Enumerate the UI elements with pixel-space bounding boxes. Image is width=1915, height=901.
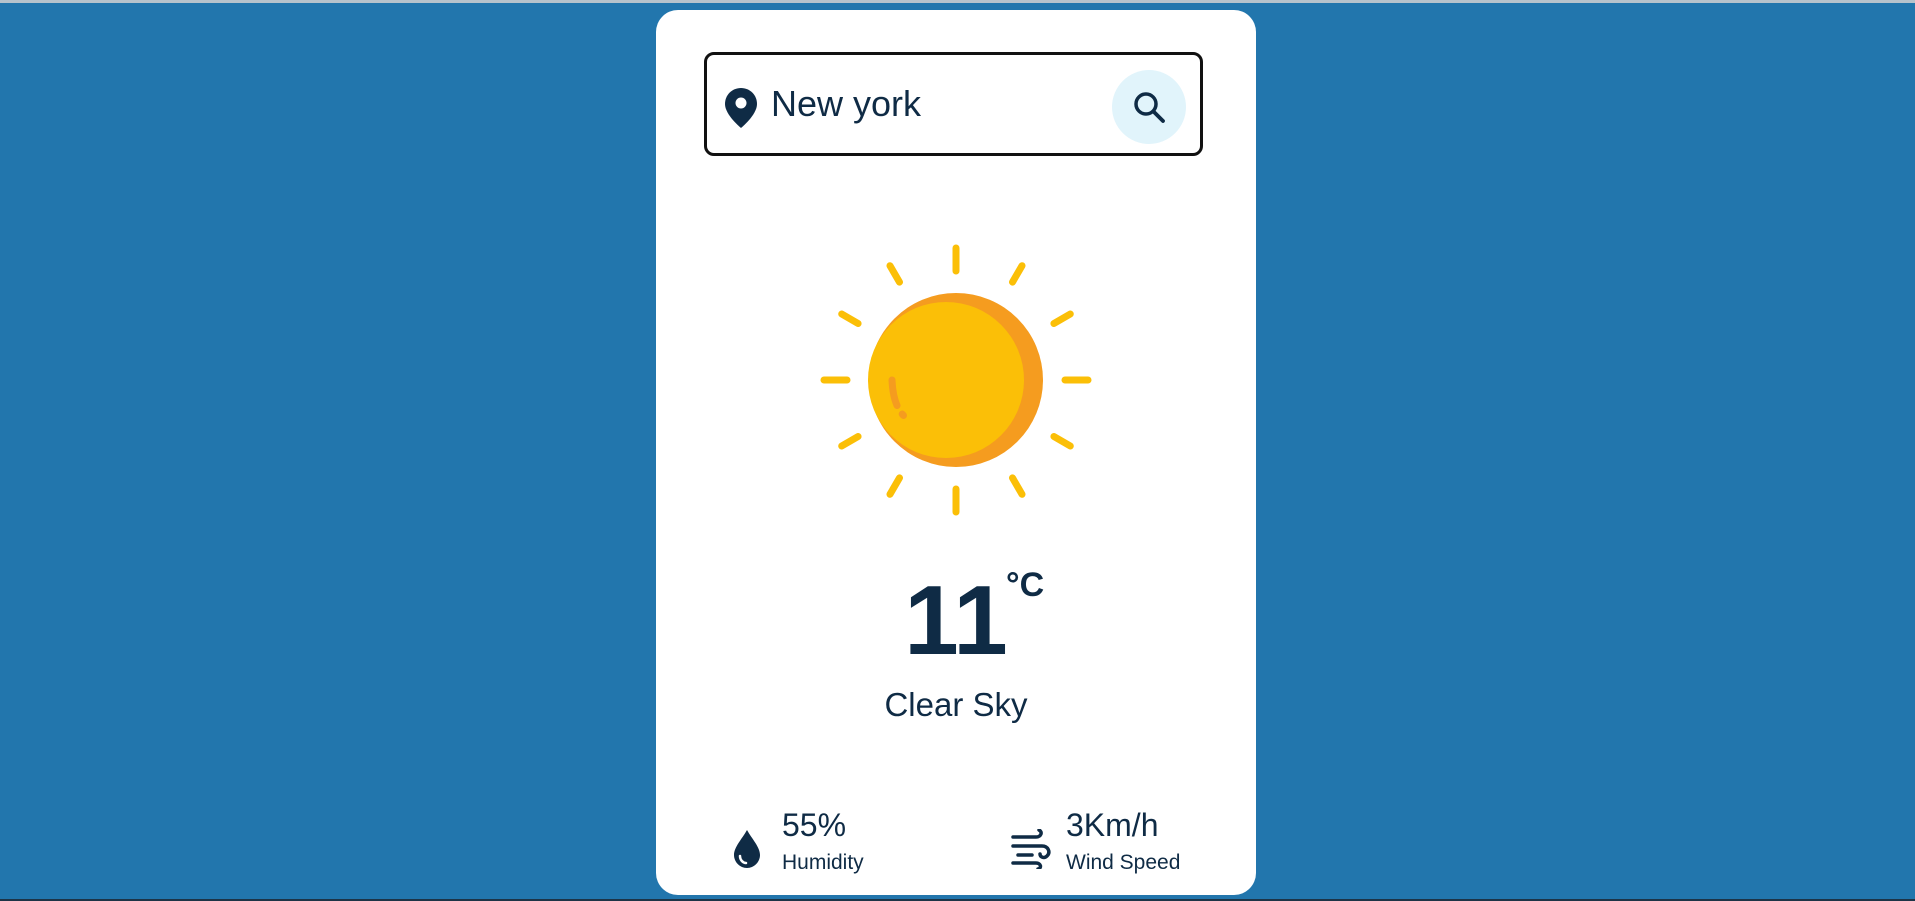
temperature-unit: °C [1006,566,1045,604]
search-bar [704,52,1203,156]
search-button[interactable] [1112,70,1186,144]
humidity-value: 55% [782,807,847,843]
search-icon [1134,92,1165,123]
window-top-edge [0,0,1915,3]
water-drop-icon [734,830,760,868]
wind-stat: 3Km/h Wind Speed [1010,807,1210,887]
weather-description: Clear Sky [884,686,1028,723]
temperature-value: 11 [904,565,1008,675]
city-search-input[interactable] [771,73,1101,135]
wind-speed-label: Wind Speed [1066,851,1181,874]
wind-icon [1011,829,1051,869]
map-pin-icon [725,88,757,128]
humidity-label: Humidity [782,851,864,874]
sun-icon [820,244,1092,516]
wind-speed-value: 3Km/h [1066,807,1159,843]
humidity-stat: 55% Humidity [732,807,932,887]
weather-card: 11 °C Clear Sky 55% Humidity 3Km/h Wind … [656,10,1256,895]
